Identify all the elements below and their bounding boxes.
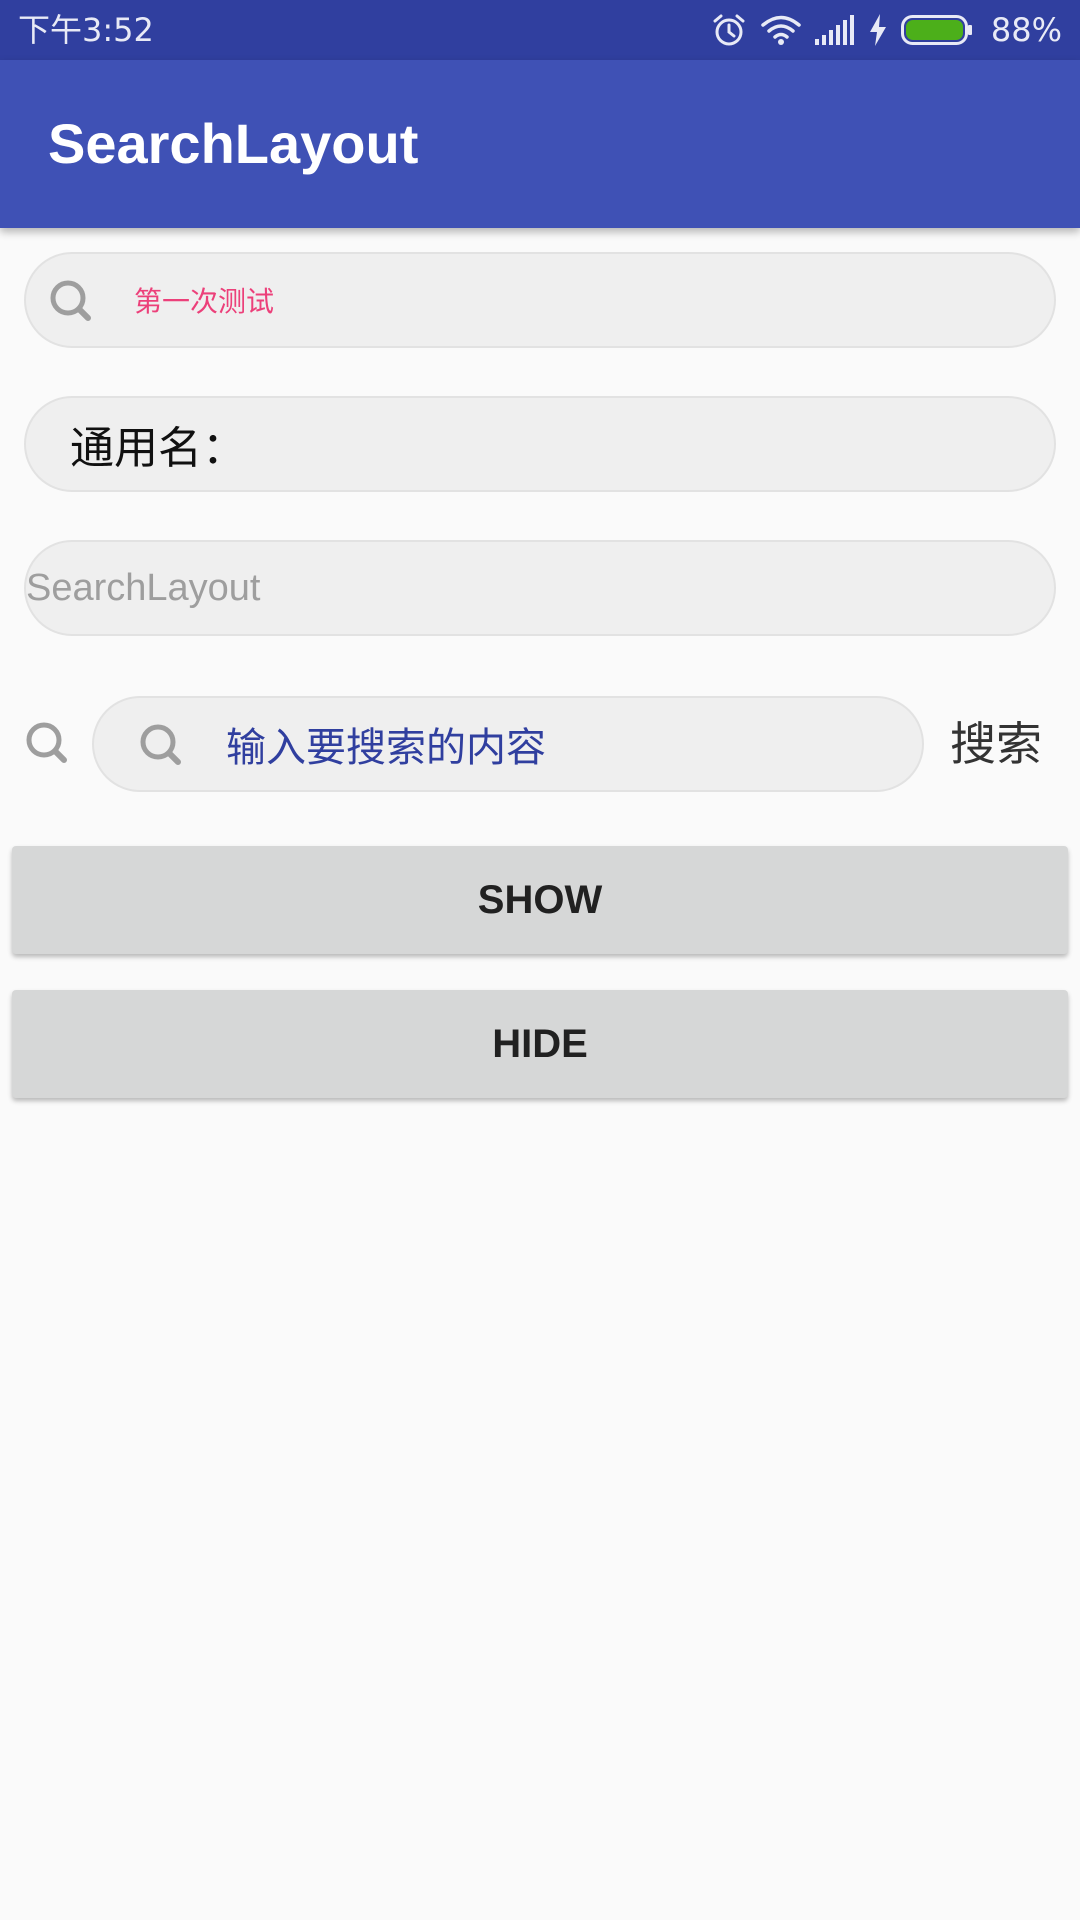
search-layout-1-text: 第一次测试 xyxy=(134,285,275,318)
alarm-icon xyxy=(711,12,747,48)
app-bar: SearchLayout xyxy=(0,60,1080,228)
search-icon[interactable] xyxy=(24,720,72,772)
signal-icon xyxy=(814,15,855,45)
search-layout-1[interactable]: 第一次测试 xyxy=(24,252,1056,348)
show-button[interactable]: SHOW xyxy=(12,846,1068,954)
status-bar: 下午3:52 88% xyxy=(0,0,1080,60)
search-input[interactable]: 输入要搜索的内容 xyxy=(92,696,924,792)
search-layout-3-text: SearchLayout xyxy=(26,566,261,609)
generic-name-label: 通用名： xyxy=(70,423,246,474)
app-title: SearchLayout xyxy=(48,112,419,175)
search-button[interactable]: 搜索 xyxy=(950,696,1042,792)
search-layout-3[interactable]: SearchLayout xyxy=(24,540,1056,636)
hide-button[interactable]: HIDE xyxy=(12,990,1068,1098)
search-icon xyxy=(48,278,96,330)
battery-percent: 88% xyxy=(990,11,1062,49)
wifi-icon xyxy=(761,14,801,46)
status-time: 下午3:52 xyxy=(18,11,154,49)
search-icon xyxy=(138,722,186,774)
charging-icon xyxy=(869,14,887,46)
battery-icon xyxy=(900,15,973,45)
search-input-placeholder: 输入要搜索的内容 xyxy=(226,725,546,771)
status-icons: 88% xyxy=(711,0,1062,60)
search-layout-2[interactable]: 通用名： xyxy=(24,396,1056,492)
